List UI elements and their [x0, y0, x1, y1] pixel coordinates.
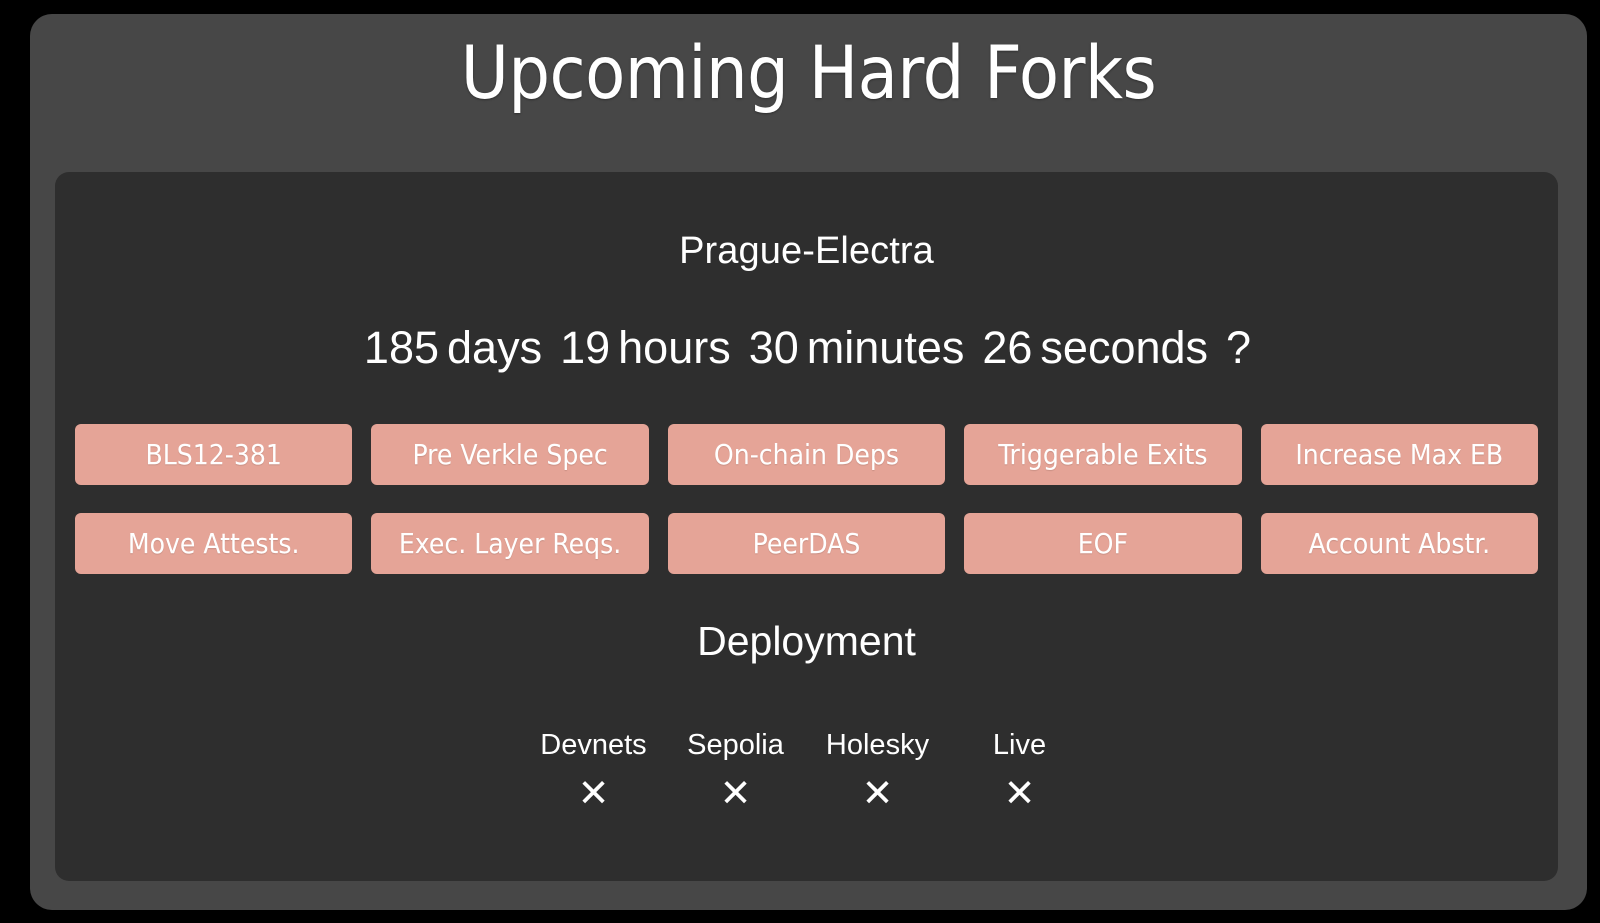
page-title: Upcoming Hard Forks [460, 31, 1157, 116]
deployment-label: Sepolia [687, 729, 784, 761]
deployment-label: Holesky [825, 729, 930, 761]
eip-pill[interactable]: Increase Max EB [1260, 424, 1538, 485]
countdown-seconds-value: 26 [982, 322, 1033, 373]
hard-forks-panel: Upcoming Hard Forks Prague-Electra 185 da… [30, 14, 1587, 910]
cross-icon: ✕ [861, 770, 894, 815]
deployment-heading: Deployment [697, 618, 916, 664]
eip-pill[interactable]: PeerDAS [667, 513, 946, 574]
cross-icon: ✕ [577, 770, 610, 815]
countdown-minutes-label: minutes [806, 322, 965, 373]
countdown-seconds-label: seconds [1040, 322, 1209, 373]
countdown-minutes-value: 30 [748, 322, 799, 373]
screen-root: Upcoming Hard Forks Prague-Electra 185 da… [0, 0, 1600, 923]
countdown-hours-value: 19 [560, 322, 611, 373]
fork-card: Prague-Electra 185 days 19 hours 30 minutes 26… [55, 172, 1558, 881]
deployment-column-devnets: Devnets ✕ [523, 729, 665, 815]
countdown-days-value: 185 [363, 322, 440, 373]
eip-pill[interactable]: Exec. Layer Reqs. [371, 513, 649, 574]
deployment-column-sepolia: Sepolia ✕ [665, 729, 807, 815]
deployment-label: Live [992, 729, 1047, 761]
eip-pill[interactable]: BLS12-381 [75, 424, 353, 485]
eip-pill[interactable]: On-chain Deps [667, 424, 946, 485]
countdown-days-label: days [447, 322, 543, 373]
countdown-timer: 185 days 19 hours 30 minutes 26 seconds? [55, 322, 1558, 374]
eip-pill[interactable]: Move Attests. [75, 513, 353, 574]
fork-name: Prague-Electra [679, 230, 934, 272]
eip-pill[interactable]: Pre Verkle Spec [371, 424, 649, 485]
countdown-hours-label: hours [618, 322, 731, 373]
eip-pill[interactable]: EOF [964, 513, 1242, 574]
countdown-uncertainty-marker: ? [1226, 322, 1252, 373]
eip-pill-grid: BLS12-381 Pre Verkle Spec On-chain Deps … [75, 424, 1538, 574]
deployment-status-table: Devnets ✕ Sepolia ✕ Holesky ✕ Live ✕ [55, 729, 1558, 815]
deployment-label: Devnets [540, 729, 647, 761]
deployment-column-live: Live ✕ [949, 729, 1091, 815]
cross-icon: ✕ [719, 770, 752, 815]
eip-pill[interactable]: Account Abstr. [1260, 513, 1538, 574]
cross-icon: ✕ [1003, 770, 1036, 815]
deployment-column-holesky: Holesky ✕ [807, 729, 949, 815]
eip-pill[interactable]: Triggerable Exits [964, 424, 1242, 485]
